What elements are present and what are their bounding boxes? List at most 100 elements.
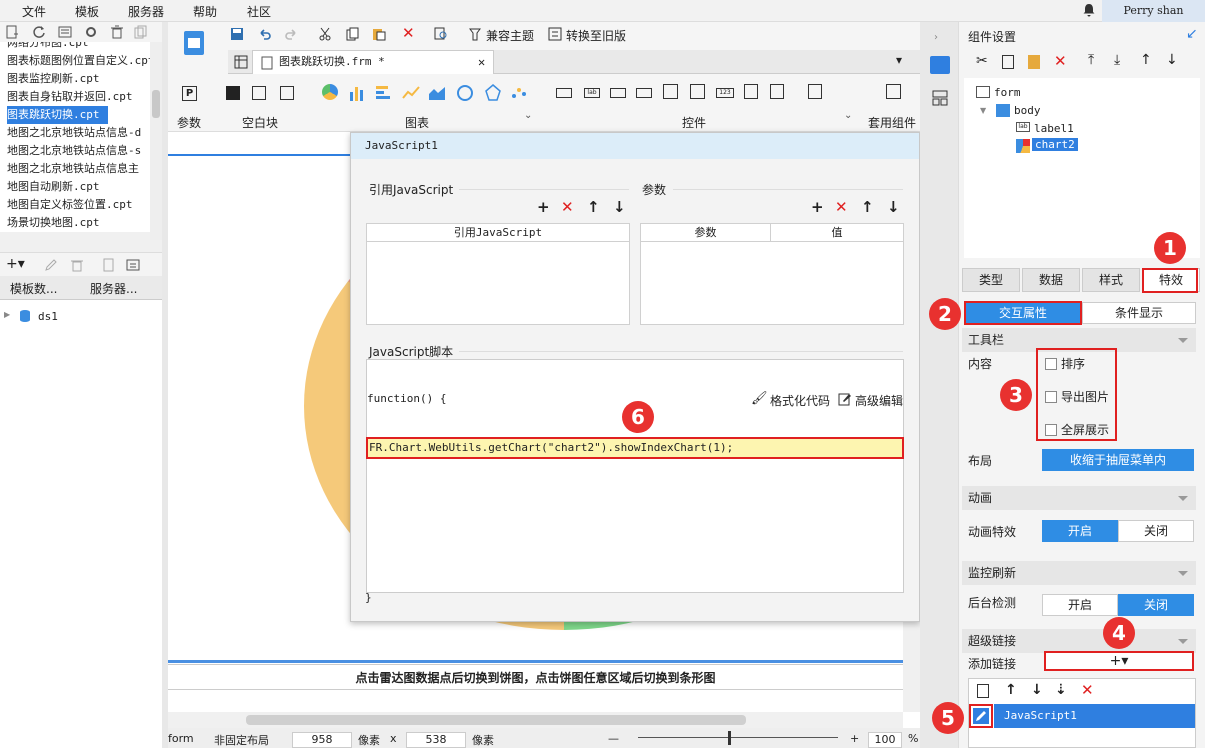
height-input[interactable]: 538 [406,732,466,748]
theme-icon[interactable] [468,27,482,41]
move-top-icon[interactable]: ⤒ [1088,52,1094,68]
search-icon[interactable] [434,27,448,41]
tree-node-form[interactable]: form [994,86,1021,99]
paste-icon[interactable] [372,27,386,41]
bell-icon[interactable] [1082,3,1096,17]
add-ref-button[interactable]: + [537,200,550,215]
split-block-icon[interactable] [252,86,266,100]
convert-old-button[interactable]: 转换至旧版 [566,27,626,44]
edit-icon[interactable] [44,258,58,272]
date-widget-icon[interactable] [690,84,705,99]
checkbox-group-icon[interactable] [770,84,784,99]
blank-block-icon[interactable] [226,86,240,100]
file-item[interactable]: 图表监控刷新.cpt [0,70,150,88]
delete-icon[interactable] [70,258,84,272]
label1-caption[interactable]: 点击雷达图数据点后切换到饼图，点击饼图任意区域后切换到条形图 [168,664,903,690]
chart-group-expand-icon[interactable]: ⌄ [524,110,532,121]
bar-chart-icon[interactable] [348,84,366,102]
save-icon[interactable] [230,27,244,41]
move-down-ref-button[interactable]: ↓ [613,200,626,215]
horizontal-scrollbar[interactable] [168,712,903,728]
move-bottom-icon[interactable]: ⤓ [1114,52,1120,68]
file-item[interactable]: 地图自动刷新.cpt [0,178,150,196]
edit-link-button[interactable] [969,704,993,728]
tree-node-body[interactable]: body [1014,104,1041,117]
expand-panel-icon[interactable]: › [934,32,938,43]
menu-file[interactable]: 文件 [22,3,46,20]
tab-data[interactable]: 数据 [1022,268,1080,292]
subtab-conditional[interactable]: 条件显示 [1082,302,1196,324]
delete-icon[interactable] [110,25,124,39]
format-code-button[interactable]: 格式化代码 [770,392,830,409]
parameter-widget-icon[interactable]: P [182,86,197,101]
animation-off-button[interactable]: 关闭 [1118,520,1194,542]
cut-icon[interactable] [318,27,332,41]
delete-icon[interactable]: ✕ [1081,681,1094,699]
menu-server[interactable]: 服务器 [128,3,164,20]
convert-icon[interactable] [548,27,562,41]
move-up-ref-button[interactable]: ↑ [587,200,600,215]
delete-ref-button[interactable]: ✕ [561,200,574,215]
gauge-icon[interactable] [456,84,474,102]
zoom-slider-handle[interactable] [728,731,731,745]
move-up-icon[interactable]: ↑ [1140,52,1152,68]
line-chart-icon[interactable] [402,84,420,102]
file-item[interactable]: 地图之北京地铁站点信息主 [0,160,150,178]
combobox-widget-icon[interactable] [636,88,652,98]
list-widget-icon[interactable] [663,84,678,99]
delete-icon[interactable]: ✕ [1054,52,1067,70]
horizontal-bar-icon[interactable] [374,84,392,102]
cut-icon[interactable]: ✂ [976,53,988,69]
monitor-on-button[interactable]: 开启 [1042,594,1118,616]
new-file-icon[interactable] [5,25,19,39]
move-up-param-button[interactable]: ↑ [861,200,874,215]
delete-param-button[interactable]: ✕ [835,200,848,215]
hyperlink-item-javascript1[interactable]: JavaScript1 [994,704,1195,728]
search-widget-icon[interactable] [808,84,822,99]
number-widget-icon[interactable]: 123 [716,88,734,98]
section-animation[interactable]: 动画 [962,486,1196,510]
redo-icon[interactable] [284,27,298,41]
scatter-chart-icon[interactable] [510,84,528,102]
datasource-ds1[interactable]: ds1 [38,310,58,323]
widget-group-expand-icon[interactable]: ⌄ [844,110,852,121]
paste-icon[interactable] [1028,55,1040,69]
menu-template[interactable]: 模板 [75,3,99,20]
file-item[interactable]: 图表标题图例位置自定义.cpt [0,52,150,70]
open-icon[interactable] [58,25,72,39]
tab-active-template[interactable]: 图表跳跃切换.frm * ✕ [252,50,494,74]
gear-icon[interactable] [84,25,98,39]
param-table[interactable]: 参数 值 [640,223,904,325]
tree-node-label1[interactable]: label1 [1034,122,1074,135]
menu-community[interactable]: 社区 [247,3,271,20]
menu-help[interactable]: 帮助 [193,3,217,20]
move-down-icon[interactable]: ↓ [1166,52,1178,68]
file-item[interactable]: 地图自定义标签位置.cpt [0,196,150,214]
file-item[interactable]: 图表自身钻取并返回.cpt [0,88,150,106]
sort-icon[interactable]: ⇣ [1055,682,1067,698]
collapse-arrow-icon[interactable]: ▼ [980,106,986,115]
zoom-input[interactable]: 100 [868,732,902,748]
grid-icon[interactable] [234,55,248,69]
move-down-param-button[interactable]: ↓ [887,200,900,215]
js-code-line[interactable]: FR.Chart.WebUtils.getChart("chart2").sho… [366,437,904,459]
radar-chart-icon[interactable] [484,84,502,102]
user-name[interactable]: Perry shan [1102,0,1205,22]
file-item[interactable]: 地图之北京地铁站点信息-s [0,142,150,160]
preview-icon[interactable] [102,258,116,272]
pie-chart-icon[interactable] [322,84,338,100]
copy-icon[interactable] [1002,55,1014,69]
file-item[interactable]: 网络分布图.cpt [0,42,150,52]
undo-icon[interactable] [258,27,272,41]
pin-icon[interactable]: ↙ [1186,26,1198,42]
move-down-icon[interactable]: ↓ [1031,682,1043,698]
radio-group-icon[interactable] [744,84,758,99]
file-item[interactable]: 场景切换地图.cpt [0,214,150,232]
delete-icon[interactable]: ✕ [402,24,415,42]
copy-icon[interactable] [977,684,989,698]
zoom-slider[interactable] [638,737,838,738]
file-list-scrollbar[interactable] [150,42,162,240]
grid-block-icon[interactable] [280,86,294,100]
area-chart-icon[interactable] [428,84,446,102]
zoom-in-icon[interactable]: + [850,732,859,745]
